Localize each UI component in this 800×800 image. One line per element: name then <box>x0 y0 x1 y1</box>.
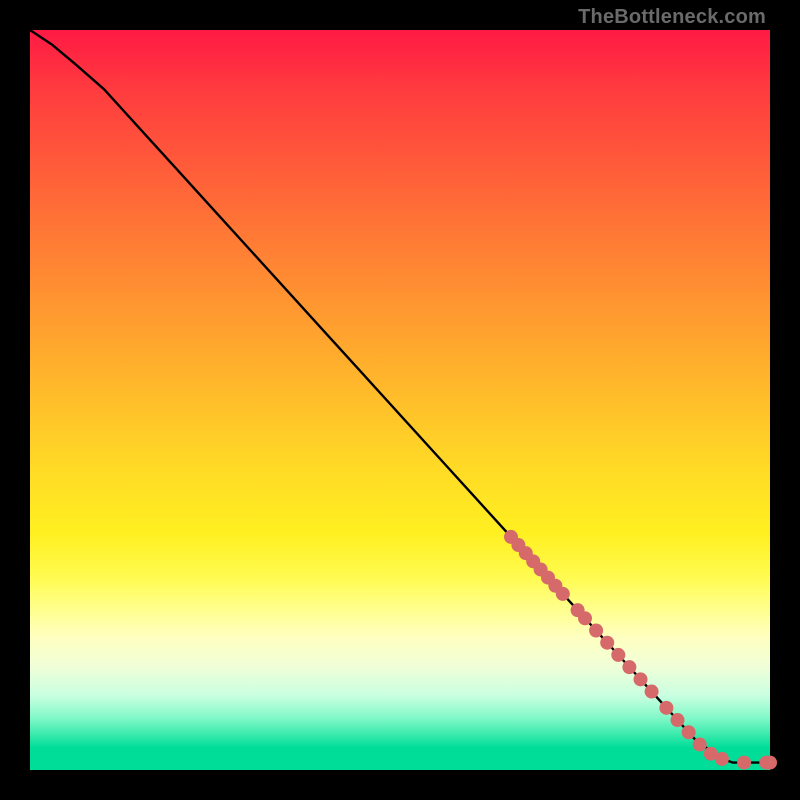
data-point <box>556 587 570 601</box>
data-point <box>659 701 673 715</box>
data-point <box>682 725 696 739</box>
plot-area <box>30 30 770 770</box>
data-point <box>671 713 685 727</box>
bottleneck-curve <box>30 30 770 763</box>
chart-frame: TheBottleneck.com <box>0 0 800 800</box>
data-point <box>634 672 648 686</box>
data-point <box>693 737 707 751</box>
data-point <box>715 752 729 766</box>
data-point <box>763 756 777 770</box>
data-point <box>611 648 625 662</box>
data-point <box>645 685 659 699</box>
data-point <box>737 756 751 770</box>
data-point <box>589 624 603 638</box>
scatter-points <box>504 530 777 770</box>
data-point <box>578 611 592 625</box>
watermark-text: TheBottleneck.com <box>578 6 766 29</box>
chart-overlay <box>30 30 770 770</box>
data-point <box>622 660 636 674</box>
data-point <box>600 636 614 650</box>
